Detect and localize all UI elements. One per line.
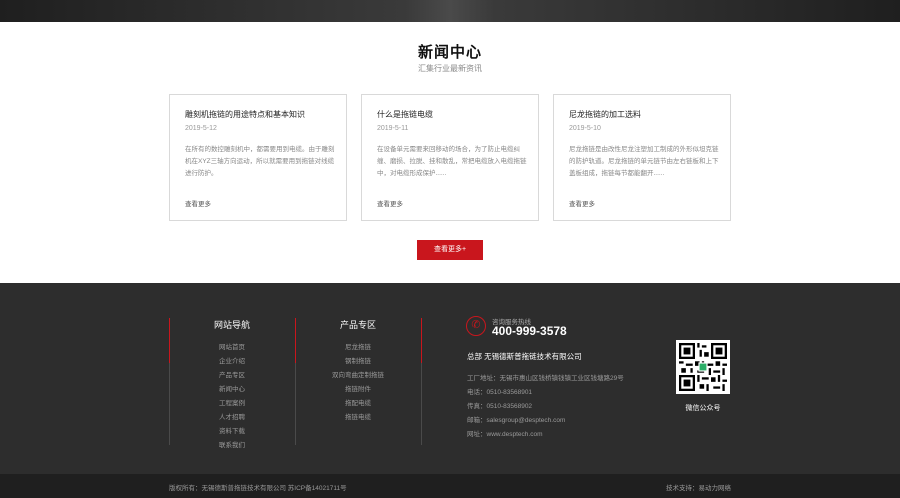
bottom-bar (0, 474, 900, 498)
footer (0, 283, 900, 474)
contact-fax: 传真：0510-83568902 (467, 403, 533, 410)
news-card-date: 2019-5-11 (377, 125, 409, 132)
footer-nav-link[interactable]: 新闻中心 (170, 383, 294, 397)
footer-nav-link[interactable]: 资料下载 (170, 425, 294, 439)
footer-product-link[interactable]: 钢制拖链 (296, 355, 420, 369)
news-card-title[interactable]: 什么是拖链电缆 (377, 109, 433, 120)
news-card-summary: 在所有的数控雕刻机中，都需要用到电缆。由于雕刻机在XYZ三轴方向运动，所以就需要… (185, 146, 335, 177)
news-card-title[interactable]: 尼龙拖链的加工选料 (569, 109, 641, 120)
copyright-text: 版权所有：无锡德斯普拖链技术有限公司 苏ICP备14021711号 (169, 485, 347, 492)
footer-nav-title: 网站导航 (213, 320, 250, 330)
qr-code-icon (679, 343, 727, 391)
footer-product-link[interactable]: 拖链附件 (296, 383, 420, 397)
wechat-qr-code (676, 340, 730, 394)
footer-product-link[interactable]: 尼龙拖链 (296, 341, 420, 355)
contact-email[interactable]: 邮箱：salesgroup@desptech.com (467, 414, 565, 424)
news-card[interactable]: 雕刻机拖链的用途特点和基本知识 2019-5-12 在所有的数控雕刻机中，都需要… (169, 94, 347, 221)
divider (421, 363, 422, 445)
news-card-more-link[interactable]: 查看更多 (185, 198, 211, 208)
phone-icon: ✆ (466, 316, 486, 336)
footer-nav-link[interactable]: 人才招聘 (170, 411, 294, 425)
footer-nav-link[interactable]: 网站首页 (170, 341, 294, 355)
section-subtitle: 汇集行业最新资讯 (418, 64, 482, 73)
news-card-more-link[interactable]: 查看更多 (377, 198, 403, 208)
news-card[interactable]: 尼龙拖链的加工选料 2019-5-10 尼龙拖链是由改性尼龙注塑加工制成的外形似… (553, 94, 731, 221)
contact-website[interactable]: 网址：www.desptech.com (467, 428, 543, 438)
news-card-title[interactable]: 雕刻机拖链的用途特点和基本知识 (185, 109, 305, 120)
contact-phone: 电话：0510-83568901 (467, 389, 533, 396)
footer-product-link[interactable]: 双向弯曲定制拖链 (296, 369, 420, 383)
company-name: 总部 无锡德斯普拖链技术有限公司 (467, 352, 582, 361)
news-card-date: 2019-5-10 (569, 125, 601, 132)
view-more-button[interactable]: 查看更多+ (417, 240, 483, 260)
section-title: 新闻中心 (417, 44, 482, 61)
news-card-more-link[interactable]: 查看更多 (569, 198, 595, 208)
footer-nav: 网站导航 网站首页 企业介绍 产品专区 新闻中心 工程案例 人才招聘 资料下载 … (170, 318, 294, 453)
footer-product-link[interactable]: 拖链电缆 (296, 411, 420, 425)
news-card-summary: 在设备单元需要来回移动的场合，为了防止电缆纠缠、磨损、拉脱、挂和散乱，常把电缆放… (377, 146, 527, 177)
tech-support-link[interactable]: 技术支持：易动力网络 (666, 482, 731, 492)
footer-nav-link[interactable]: 工程案例 (170, 397, 294, 411)
footer-products: 产品专区 尼龙拖链 钢制拖链 双向弯曲定制拖链 拖链附件 拖配电缆 拖链电缆 (296, 318, 420, 425)
footer-nav-link[interactable]: 联系我们 (170, 439, 294, 453)
contact-address: 工厂地址：无锡市惠山区钱桥镇钱镇工业区钱塘路29号 (467, 375, 624, 382)
qr-label: 微信公众号 (685, 405, 721, 412)
divider (421, 318, 422, 363)
hotline-number: 400-999-3578 (492, 324, 567, 338)
footer-products-title: 产品专区 (339, 320, 376, 330)
news-card[interactable]: 什么是拖链电缆 2019-5-11 在设备单元需要来回移动的场合，为了防止电缆纠… (361, 94, 539, 221)
footer-nav-link[interactable]: 企业介绍 (170, 355, 294, 369)
footer-product-link[interactable]: 拖配电缆 (296, 397, 420, 411)
news-card-date: 2019-5-12 (185, 125, 217, 132)
news-card-summary: 尼龙拖链是由改性尼龙注塑加工制成的外形似坦克链的防护轨道。尼龙拖链的单元链节由左… (569, 146, 719, 177)
footer-nav-link[interactable]: 产品专区 (170, 369, 294, 383)
top-banner (0, 0, 900, 22)
